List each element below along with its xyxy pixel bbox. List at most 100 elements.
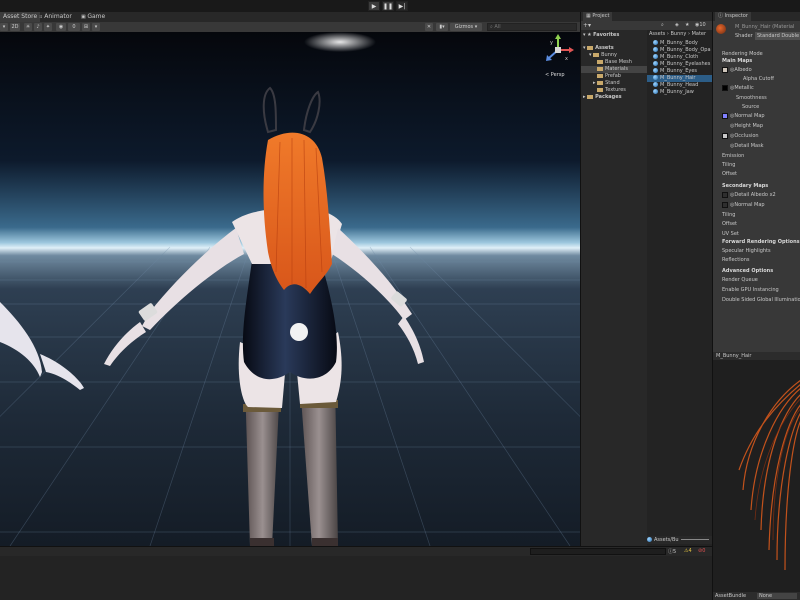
tree-label: Prefab bbox=[605, 73, 621, 79]
metallic-slot[interactable]: ◎Metallic bbox=[722, 84, 754, 93]
material-icon bbox=[653, 68, 658, 73]
orientation-gizmo[interactable]: y x bbox=[540, 34, 576, 68]
step-button[interactable]: ▶| bbox=[396, 1, 408, 11]
detail-mask-slot[interactable]: ◎Detail Mask bbox=[730, 142, 764, 151]
favorite-icon[interactable]: ★ bbox=[685, 21, 689, 30]
breadcrumb-item[interactable]: Mater bbox=[692, 31, 706, 37]
tab-asset-store[interactable]: Asset Store bbox=[0, 12, 41, 22]
list-item[interactable]: M_Bunny_Eyelashes bbox=[647, 61, 713, 68]
height-map-slot[interactable]: ◎Height Map bbox=[730, 122, 763, 131]
list-item[interactable]: M_Bunny_Cloth bbox=[647, 54, 713, 61]
secondary-normal-swatch[interactable] bbox=[722, 201, 728, 208]
status-bar: ⓘ5 ⚠4 ⊘0 bbox=[0, 546, 712, 556]
tab-project[interactable]: ▦ Project bbox=[583, 12, 613, 21]
material-icon bbox=[653, 54, 658, 59]
tree-label: Assets bbox=[595, 45, 614, 51]
tree-item-bunny[interactable]: ▾ Bunny bbox=[589, 52, 655, 59]
pause-button[interactable]: ❚❚ bbox=[382, 1, 394, 11]
project-tree: ▾ ★ Favorites ▾ Assets ▾ Bunny Base Mesh… bbox=[581, 30, 647, 546]
material-preview-icon bbox=[716, 24, 726, 34]
camera-dropdown[interactable]: ▮▾ bbox=[436, 23, 448, 31]
assetbundle-dropdown[interactable]: None bbox=[757, 593, 797, 599]
character-left-hand bbox=[104, 322, 146, 366]
console-search-input[interactable] bbox=[530, 548, 666, 555]
scene-view[interactable]: y x < Persp bbox=[0, 32, 580, 546]
tools-icon[interactable]: ✕ bbox=[425, 23, 433, 31]
audio-icon[interactable]: ♪ bbox=[34, 23, 42, 31]
double-sided-gi-toggle[interactable]: Double Sided Global Illumination bbox=[722, 296, 800, 305]
detail-albedo-swatch[interactable] bbox=[722, 191, 728, 198]
shader-dropdown[interactable]: Standard Double bbox=[755, 32, 800, 40]
scene-search-input[interactable]: ⌕ All bbox=[487, 23, 577, 31]
secondary-normal-map-slot[interactable]: ◎Normal Map bbox=[722, 201, 765, 210]
tree-label: Favorites bbox=[593, 32, 620, 38]
tree-item-favorites[interactable]: ▾ ★ Favorites bbox=[583, 32, 649, 39]
material-icon bbox=[653, 47, 658, 52]
effects-icon[interactable]: ✦ bbox=[44, 23, 52, 31]
more-dropdown[interactable]: ▾ bbox=[92, 23, 100, 31]
file-label: M_Bunny_Body bbox=[660, 40, 698, 46]
albedo-slot[interactable]: ◎Albedo bbox=[722, 66, 752, 75]
lighting-icon[interactable]: ☀ bbox=[24, 23, 32, 31]
list-item[interactable]: M_Bunny_Body bbox=[647, 40, 713, 47]
bunny-ear-left bbox=[262, 86, 278, 134]
scene-tab-bar: Asset Store ⠶ Animator ▣ Game bbox=[0, 12, 580, 22]
search-by-type-icon[interactable]: ⌕ bbox=[661, 21, 664, 30]
normal-map-swatch[interactable] bbox=[722, 112, 728, 119]
list-item-selected[interactable]: M_Bunny_Hair bbox=[647, 75, 713, 82]
normal-map-slot[interactable]: ◎Normal Map bbox=[722, 112, 765, 121]
breadcrumb-item[interactable]: Assets bbox=[649, 31, 665, 37]
gpu-instancing-toggle[interactable]: Enable GPU Instancing bbox=[722, 286, 779, 295]
occlusion-slot[interactable]: ◎Occlusion bbox=[722, 132, 759, 141]
hidden-packages-count[interactable]: ◉10 bbox=[695, 21, 706, 30]
tab-label: Project bbox=[592, 13, 610, 19]
add-asset-button[interactable]: +▾ bbox=[583, 21, 591, 30]
tab-game[interactable]: ▣ Game bbox=[78, 12, 108, 22]
hidden-objects-toggle[interactable]: ◉ bbox=[56, 23, 66, 31]
folder-icon bbox=[597, 87, 603, 92]
shading-mode-dropdown[interactable]: ▾ bbox=[0, 23, 8, 31]
albedo-swatch[interactable] bbox=[722, 66, 728, 73]
breadcrumb-item[interactable]: Bunny bbox=[670, 31, 686, 37]
occlusion-swatch[interactable] bbox=[722, 132, 728, 139]
inspector-window: ⓘ Inspector M_Bunny_Hair (Material Shade… bbox=[712, 12, 800, 600]
tree-item-assets[interactable]: ▾ Assets bbox=[583, 45, 649, 52]
search-by-label-icon[interactable]: ◈ bbox=[675, 21, 679, 30]
play-button[interactable]: ▶ bbox=[368, 1, 380, 11]
grid-toggle[interactable]: 0 bbox=[68, 23, 80, 31]
perspective-label[interactable]: < Persp bbox=[545, 72, 565, 78]
list-item[interactable]: M_Bunny_Head bbox=[647, 82, 713, 89]
list-item[interactable]: M_Bunny_Eyes bbox=[647, 68, 713, 75]
tab-inspector[interactable]: ⓘ Inspector bbox=[715, 12, 751, 21]
folder-icon bbox=[597, 59, 603, 64]
detail-albedo-slot[interactable]: ◎Detail Albedo x2 bbox=[722, 191, 776, 200]
project-toolbar: +▾ ⌕ ◈ ★ ◉10 bbox=[581, 21, 713, 30]
main-toolbar: ▶ ❚❚ ▶| bbox=[0, 0, 800, 12]
assetbundle-bar: AssetBundle None bbox=[713, 592, 800, 600]
tree-label: Base Mesh bbox=[605, 59, 632, 65]
console-panel[interactable] bbox=[0, 556, 712, 600]
secondary-maps-header: Secondary Maps bbox=[722, 183, 769, 189]
material-icon bbox=[653, 89, 658, 94]
tab-animator[interactable]: ⠶ Animator bbox=[36, 12, 75, 22]
tree-item-materials[interactable]: Materials bbox=[581, 66, 647, 73]
footer-path: Assets/Bu bbox=[654, 537, 679, 543]
toggle-2d-button[interactable]: 2D bbox=[10, 23, 20, 31]
list-item[interactable]: M_Bunny_Jaw bbox=[647, 89, 713, 96]
emission-toggle[interactable]: Emission bbox=[722, 152, 744, 161]
icon-size-slider[interactable] bbox=[681, 539, 709, 540]
tree-item-packages[interactable]: ▸ Packages bbox=[583, 94, 649, 101]
log-count[interactable]: ⓘ5 bbox=[668, 548, 676, 555]
tree-label: Stand bbox=[605, 80, 620, 86]
reflections-toggle[interactable]: Reflections bbox=[722, 256, 749, 265]
count-value: 10 bbox=[699, 22, 706, 28]
material-preview-panel[interactable]: M_Bunny_Hair AssetBundle None bbox=[713, 352, 800, 600]
error-count[interactable]: ⊘0 bbox=[698, 548, 705, 554]
warning-count[interactable]: ⚠4 bbox=[684, 548, 692, 554]
list-item[interactable]: M_Bunny_Body_Opa bbox=[647, 47, 713, 54]
snap-icon[interactable]: ⊞ bbox=[82, 23, 90, 31]
metallic-swatch[interactable] bbox=[722, 84, 728, 91]
gizmos-dropdown[interactable]: Gizmos ▾ bbox=[450, 23, 482, 31]
row-label: Normal Map bbox=[734, 113, 765, 119]
specular-highlights-toggle[interactable]: Specular Highlights bbox=[722, 247, 771, 256]
